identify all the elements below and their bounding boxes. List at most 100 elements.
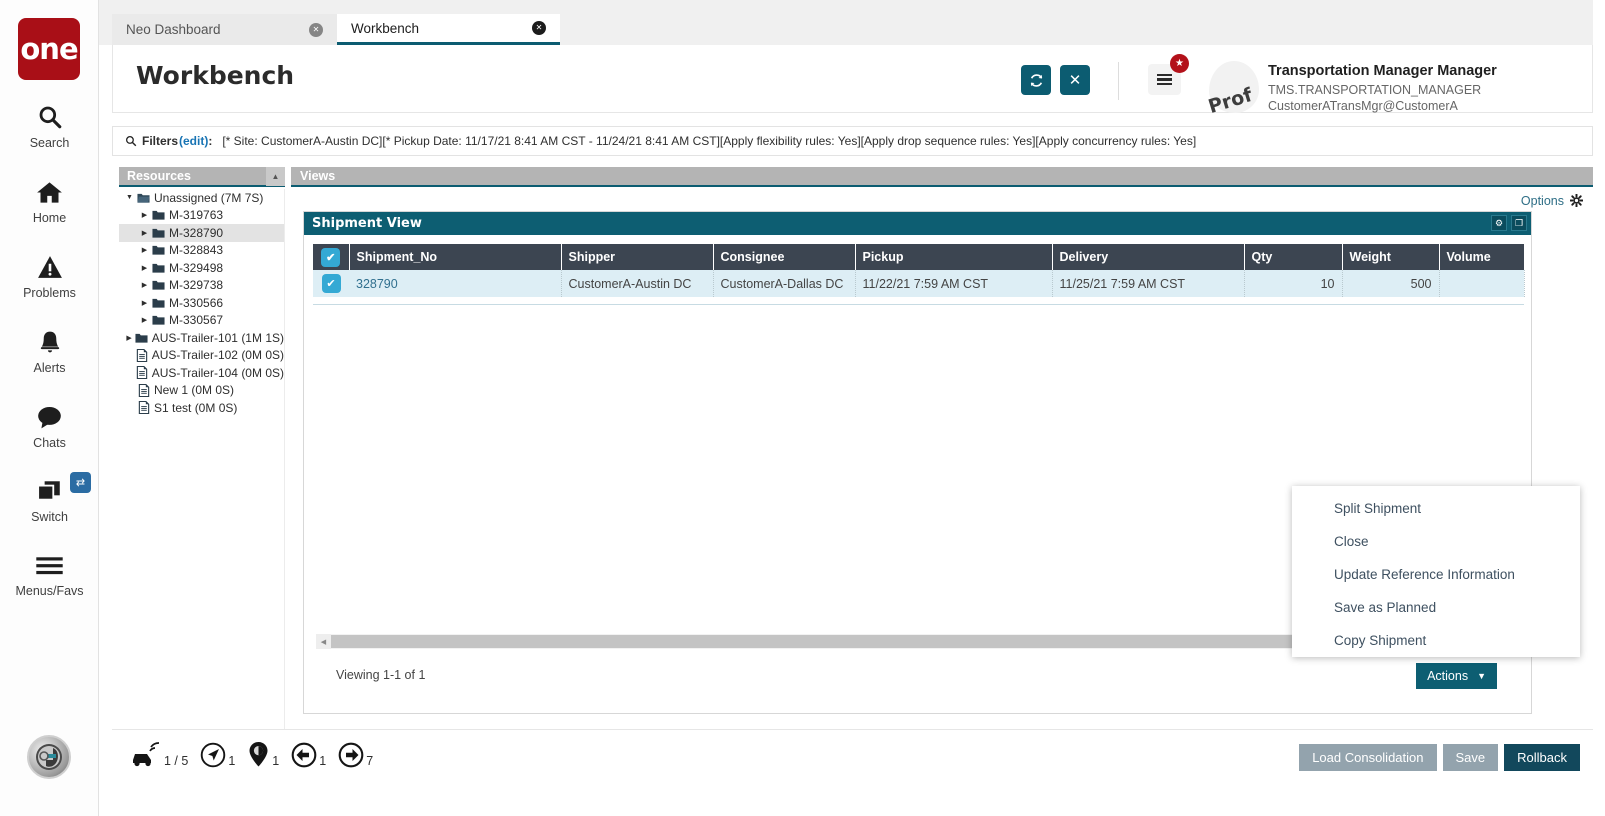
select-all-checkbox[interactable]: ✔ (321, 247, 341, 267)
caret-left-icon[interactable]: ◀ (316, 634, 331, 649)
hamburger-icon (0, 548, 99, 582)
filters-edit-link[interactable]: (edit) (179, 134, 208, 148)
column-header-volume[interactable]: Volume (1439, 244, 1525, 270)
context-menu-item-copy-shipment[interactable]: Copy Shipment (1292, 624, 1580, 657)
actions-button[interactable]: Actions ▼ (1416, 663, 1497, 689)
viewing-count: Viewing 1-1 of 1 (336, 668, 426, 682)
tree-node-m-319763[interactable]: ▶ M-319763 (119, 207, 284, 225)
row-select-cell[interactable]: ✔ (313, 270, 349, 297)
sidebar-item-problems[interactable]: Problems (0, 250, 99, 300)
ai-assistant-avatar[interactable] (27, 735, 71, 779)
column-header-consignee[interactable]: Consignee (713, 244, 856, 270)
tree-node-m-328843[interactable]: ▶ M-328843 (119, 242, 284, 260)
resources-pane-title: Resources (127, 169, 191, 183)
filters-colon: : (208, 134, 213, 148)
one-logo[interactable]: one (18, 18, 80, 80)
chevron-right-icon[interactable]: ▶ (139, 316, 150, 324)
select-all-header[interactable]: ✔ (313, 244, 350, 270)
save-button[interactable]: Save (1442, 744, 1499, 771)
load-consolidation-button[interactable]: Load Consolidation (1299, 744, 1437, 771)
cell-volume (1439, 270, 1525, 297)
column-header-weight[interactable]: Weight (1342, 244, 1440, 270)
chevron-right-icon[interactable]: ▶ (139, 264, 150, 272)
cell-consignee: CustomerA-Dallas DC (713, 270, 856, 297)
chevron-right-icon[interactable]: ▶ (124, 334, 134, 342)
chevron-right-icon[interactable]: ▶ (139, 246, 150, 254)
tab-label: Neo Dashboard (126, 22, 221, 37)
cell-shipment-no[interactable]: 328790 (349, 270, 562, 297)
tree-node-m-329738[interactable]: ▶ M-329738 (119, 277, 284, 295)
folder-open-icon (135, 192, 152, 204)
tab-workbench[interactable]: Workbench (337, 14, 560, 45)
tree-node-s1-test-0m-0s[interactable]: S1 test (0M 0S) (119, 399, 284, 417)
tree-node-label: S1 test (0M 0S) (154, 400, 238, 415)
cell-qty: 10 (1244, 270, 1343, 297)
sidebar-item-alerts[interactable]: Alerts (0, 325, 99, 375)
column-header-shipment-no[interactable]: Shipment_No (349, 244, 562, 270)
close-page-button[interactable]: ✕ (1060, 65, 1090, 95)
sidebar-item-home[interactable]: Home (0, 175, 99, 225)
tab-neo-dashboard[interactable]: Neo Dashboard (112, 14, 337, 45)
stat-location[interactable]: 1 (247, 741, 287, 768)
tree-node-aus-trailer-104-0m-0s[interactable]: AUS-Trailer-104 (0M 0S) (119, 364, 284, 382)
sidebar-label-alerts: Alerts (33, 361, 66, 375)
sidebar-item-switch[interactable]: ⇄ Switch (0, 472, 99, 524)
options-link[interactable]: Options (1521, 194, 1564, 208)
logo-text: one (20, 31, 78, 66)
context-menu-item-split-shipment[interactable]: Split Shipment (1292, 492, 1580, 525)
tree-node-label: M-330567 (169, 313, 224, 328)
stat-inbound[interactable]: 1 (291, 742, 334, 768)
column-header-pickup[interactable]: Pickup (855, 244, 1053, 270)
close-icon[interactable] (309, 22, 323, 37)
rollback-button[interactable]: Rollback (1504, 744, 1580, 771)
tree-node-aus-trailer-102-0m-0s[interactable]: AUS-Trailer-102 (0M 0S) (119, 347, 284, 365)
caret-down-icon: ▼ (1477, 671, 1486, 681)
search-icon (0, 100, 99, 134)
stat-navigation[interactable]: 1 (200, 742, 243, 768)
gear-icon[interactable]: ⚙ (1491, 215, 1507, 231)
context-menu-item-close[interactable]: Close (1292, 525, 1580, 558)
search-icon (126, 136, 137, 147)
stat-vehicle[interactable]: 1 / 5 (130, 742, 196, 768)
chevron-right-icon[interactable]: ▶ (139, 229, 150, 237)
table-row[interactable]: ✔ 328790 CustomerA-Austin DC CustomerA-D… (313, 270, 1525, 297)
tree-node-unassigned-7m-7s[interactable]: ▼ Unassigned (7M 7S) (119, 189, 284, 207)
sidebar-item-menus-favs[interactable]: Menus/Favs (0, 548, 99, 598)
avatar[interactable]: Prof (1205, 61, 1263, 122)
sidebar-item-chats[interactable]: Chats (0, 400, 99, 450)
shipment-context-menu[interactable]: Split Shipment Close Update Reference Info… (1292, 486, 1580, 657)
sidebar-item-search[interactable]: Search (0, 100, 99, 150)
chevron-right-icon[interactable]: ▶ (139, 211, 150, 219)
chevron-right-icon[interactable]: ▶ (139, 299, 150, 307)
column-header-qty[interactable]: Qty (1244, 244, 1343, 270)
star-icon[interactable]: ★ (1170, 54, 1189, 73)
chevron-down-icon[interactable]: ▼ (124, 194, 135, 201)
tree-node-aus-trailer-101-1m-1s[interactable]: ▶ AUS-Trailer-101 (1M 1S) (119, 329, 284, 347)
tree-node-m-330567[interactable]: ▶ M-330567 (119, 312, 284, 330)
bottom-button-group: Load Consolidation Save Rollback (1299, 744, 1580, 771)
context-menu-item-save-as-planned[interactable]: Save as Planned (1292, 591, 1580, 624)
tree-node-m-330566[interactable]: ▶ M-330566 (119, 294, 284, 312)
tree-node-m-329498[interactable]: ▶ M-329498 (119, 259, 284, 277)
vehicle-signal-icon (130, 742, 162, 768)
context-menu-item-update-reference-information[interactable]: Update Reference Information (1292, 558, 1580, 591)
folder-icon (150, 279, 167, 291)
gear-icon[interactable] (1570, 194, 1583, 207)
tree-node-m-328790[interactable]: ▶ M-328790 (119, 224, 284, 242)
browser-tab-strip: Neo Dashboard Workbench (99, 0, 1605, 45)
swap-arrows-icon[interactable]: ⇄ (70, 472, 91, 493)
stat-outbound[interactable]: 7 (338, 742, 381, 768)
views-pane-header: Views (291, 167, 1593, 187)
navigation-arrow-icon (200, 742, 226, 768)
tree-node-new-1-0m-0s[interactable]: New 1 (0M 0S) (119, 382, 284, 400)
row-checkbox[interactable]: ✔ (321, 274, 341, 293)
chevron-up-icon[interactable]: ▲ (266, 166, 285, 186)
chevron-right-icon[interactable]: ▶ (139, 281, 150, 289)
close-icon[interactable] (532, 21, 546, 35)
tree-node-label: M-328843 (169, 243, 224, 258)
resources-tree[interactable]: ▼ Unassigned (7M 7S) ▶ M-319763 ▶ M-328790 ▶ M-… (119, 189, 285, 729)
column-header-shipper[interactable]: Shipper (561, 244, 714, 270)
refresh-button[interactable] (1021, 65, 1051, 95)
column-header-delivery[interactable]: Delivery (1052, 244, 1245, 270)
restore-window-icon[interactable]: ❐ (1511, 215, 1527, 231)
